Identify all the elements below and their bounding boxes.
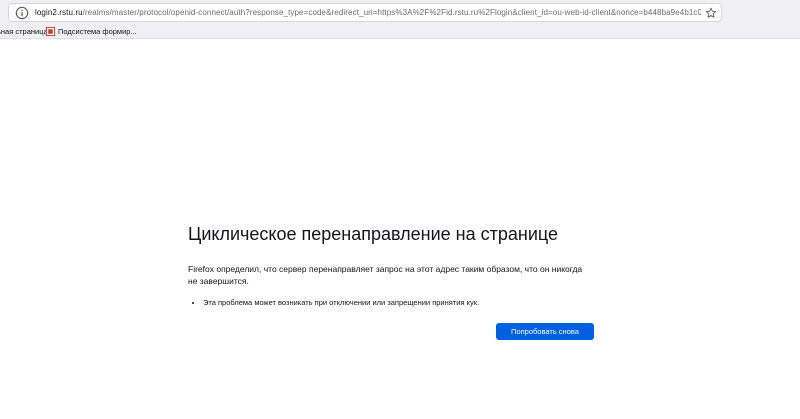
- address-bar[interactable]: login2.rstu.ru/realms/master/protocol/op…: [8, 3, 722, 22]
- url-host: login2.rstu.ru: [35, 8, 83, 17]
- bookmark-subsystem[interactable]: Подсистема формир...: [46, 25, 137, 38]
- bookmark-home-page[interactable]: ьная страница: [0, 25, 48, 38]
- bookmark-label: ьная страница: [0, 27, 48, 36]
- url-text[interactable]: login2.rstu.ru/realms/master/protocol/op…: [35, 8, 701, 17]
- site-favicon-icon: [46, 27, 55, 36]
- info-icon[interactable]: [15, 6, 29, 20]
- error-page: Циклическое перенаправление на странице …: [188, 222, 608, 340]
- try-again-button[interactable]: Попробовать снова: [496, 323, 594, 340]
- star-icon[interactable]: [705, 7, 717, 19]
- url-path: /realms/master/protocol/openid-connect/a…: [82, 8, 701, 17]
- list-item: Эта проблема может возникать при отключе…: [203, 297, 608, 308]
- browser-toolbar: login2.rstu.ru/realms/master/protocol/op…: [0, 0, 800, 24]
- error-description: Firefox определил, что сервер перенаправ…: [188, 264, 583, 286]
- error-title: Циклическое перенаправление на странице: [188, 224, 558, 244]
- bookmarks-toolbar: ьная страница Подсистема формир...: [0, 24, 800, 39]
- error-reasons: Эта проблема может возникать при отключе…: [188, 297, 608, 308]
- bookmark-label: Подсистема формир...: [58, 27, 137, 36]
